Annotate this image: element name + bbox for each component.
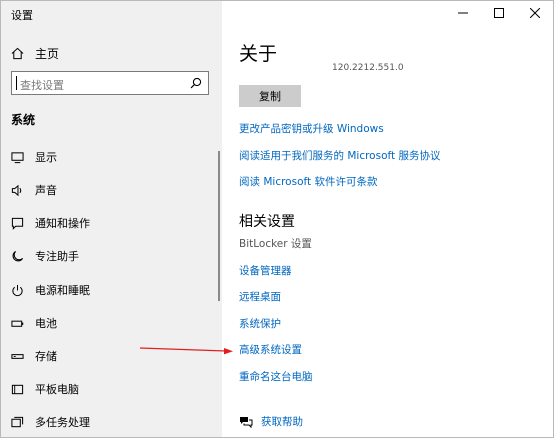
search-placeholder: 查找设置 xyxy=(20,79,64,92)
storage-icon xyxy=(11,353,24,359)
sidebar: 设置 主页 查找设置 系统 显示 声音 通知和操作 专注助手 电源和睡眠 电池 … xyxy=(1,1,222,437)
notification-icon xyxy=(11,217,24,230)
copy-button[interactable]: 复制 xyxy=(239,85,301,107)
sidebar-item-storage[interactable]: 存储 xyxy=(11,348,57,364)
text-caret xyxy=(16,76,17,90)
close-button[interactable] xyxy=(517,1,553,25)
get-help-label: 获取帮助 xyxy=(261,416,303,428)
settings-window: 设置 主页 查找设置 系统 显示 声音 通知和操作 专注助手 电源和睡眠 电池 … xyxy=(0,0,554,438)
sidebar-item-multitasking[interactable]: 多任务处理 xyxy=(11,414,90,430)
minimize-button[interactable] xyxy=(445,1,481,25)
battery-icon xyxy=(11,320,24,327)
maximize-icon xyxy=(494,8,504,18)
sidebar-item-label: 显示 xyxy=(35,151,57,164)
sidebar-item-focus-assist[interactable]: 专注助手 xyxy=(11,248,79,264)
sidebar-item-label: 多任务处理 xyxy=(35,416,90,429)
sidebar-item-power-sleep[interactable]: 电源和睡眠 xyxy=(11,282,90,298)
sidebar-item-label: 通知和操作 xyxy=(35,217,90,230)
service-agreement-link[interactable]: 阅读适用于我们服务的 Microsoft 服务协议 xyxy=(239,148,440,163)
sidebar-item-battery[interactable]: 电池 xyxy=(11,315,57,331)
remote-desktop-link[interactable]: 远程桌面 xyxy=(239,289,281,304)
minimize-icon xyxy=(458,12,468,14)
sidebar-item-label: 平板电脑 xyxy=(35,383,79,396)
sidebar-item-notifications[interactable]: 通知和操作 xyxy=(11,215,90,231)
power-icon xyxy=(12,284,23,296)
multitask-icon xyxy=(11,416,24,427)
search-input[interactable]: 查找设置 xyxy=(11,71,209,95)
sidebar-item-label: 存储 xyxy=(35,350,57,363)
sidebar-item-label: 专注助手 xyxy=(35,250,79,263)
display-icon xyxy=(11,151,24,163)
related-settings-heading: 相关设置 xyxy=(239,214,295,230)
maximize-button[interactable] xyxy=(481,1,517,25)
advanced-system-settings-link[interactable]: 高级系统设置 xyxy=(239,342,302,357)
change-product-key-link[interactable]: 更改产品密钥或升级 Windows xyxy=(239,121,384,136)
license-terms-link[interactable]: 阅读 Microsoft 软件许可条款 xyxy=(239,174,377,189)
speaker-icon xyxy=(11,184,22,196)
version-text: 120.2212.551.0 xyxy=(332,63,404,73)
sidebar-scrollbar[interactable] xyxy=(218,151,220,301)
main-content: 关于 120.2212.551.0 复制 更改产品密钥或升级 Windows 阅… xyxy=(222,1,553,437)
home-icon xyxy=(11,47,24,59)
search-icon[interactable] xyxy=(190,77,202,89)
get-help-link[interactable]: 获取帮助 xyxy=(239,414,303,429)
home-nav-item[interactable]: 主页 xyxy=(11,45,59,61)
section-title: 系统 xyxy=(11,113,36,127)
sidebar-item-sound[interactable]: 声音 xyxy=(11,182,57,198)
moon-icon xyxy=(12,250,24,261)
sidebar-item-label: 电源和睡眠 xyxy=(35,284,90,297)
device-manager-link[interactable]: 设备管理器 xyxy=(239,263,292,278)
sidebar-item-tablet[interactable]: 平板电脑 xyxy=(11,381,79,397)
sidebar-item-label: 电池 xyxy=(35,317,57,330)
bitlocker-settings: BitLocker 设置 xyxy=(239,238,312,250)
app-title: 设置 xyxy=(11,9,33,22)
sidebar-item-display[interactable]: 显示 xyxy=(11,149,57,165)
rename-pc-link[interactable]: 重命名这台电脑 xyxy=(239,369,313,384)
system-protection-link[interactable]: 系统保护 xyxy=(239,316,281,331)
tablet-icon xyxy=(11,384,24,394)
sidebar-item-label: 声音 xyxy=(35,184,57,197)
window-controls xyxy=(445,1,553,25)
home-label: 主页 xyxy=(35,46,60,61)
page-title: 关于 xyxy=(239,43,278,65)
help-chat-icon xyxy=(240,416,253,428)
close-icon xyxy=(530,8,540,18)
